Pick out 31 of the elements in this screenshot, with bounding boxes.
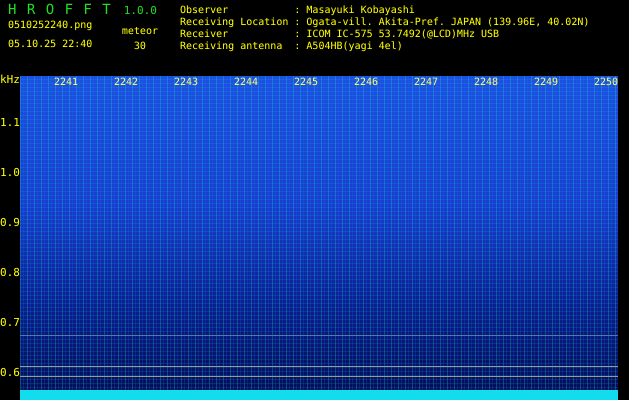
frequency-label: 1.0 bbox=[0, 166, 20, 179]
frequency-label: 0.7 bbox=[0, 316, 20, 329]
version-label: 1.0.0 bbox=[124, 4, 157, 17]
time-label: 2241 bbox=[54, 77, 78, 88]
frequency-label: 0.9 bbox=[0, 216, 20, 229]
time-label: 2245 bbox=[294, 77, 318, 88]
time-label: 2246 bbox=[354, 77, 378, 88]
time-label: 2249 bbox=[534, 77, 558, 88]
frequency-label: 1.1 bbox=[0, 116, 20, 129]
time-label: 2248 bbox=[474, 77, 498, 88]
info-value: : Ogata-vill. Akita-Pref. JAPAN (139.96E, 40.02N) bbox=[294, 17, 590, 29]
mode-value: 30 bbox=[134, 41, 146, 52]
info-value: : Masayuki Kobayashi bbox=[294, 5, 416, 17]
mode-label: meteor bbox=[122, 26, 158, 37]
info-label: Receiver bbox=[180, 29, 230, 41]
app-name: H R O F F T bbox=[8, 2, 112, 18]
time-label: 2243 bbox=[174, 77, 198, 88]
info-label: Receiving Location bbox=[180, 17, 288, 29]
info-value: : A504HB(yagi 4el) bbox=[294, 41, 404, 53]
unit-label: kHz bbox=[0, 73, 20, 86]
frequency-label: 0.6 bbox=[0, 366, 20, 379]
date-time: 05.10.25 22:40 bbox=[8, 39, 92, 50]
time-label: 2247 bbox=[414, 77, 438, 88]
file-name: 0510252240.png bbox=[8, 20, 92, 31]
time-label: 2244 bbox=[234, 77, 258, 88]
info-label: Observer bbox=[180, 5, 230, 17]
time-label: 2250 bbox=[594, 77, 618, 88]
info-value: : ICOM IC-575 53.7492(@LCD)MHz USB bbox=[294, 29, 500, 41]
time-label: 2242 bbox=[114, 77, 138, 88]
frequency-label: 0.8 bbox=[0, 266, 20, 279]
info-label: Receiving antenna bbox=[180, 41, 284, 53]
